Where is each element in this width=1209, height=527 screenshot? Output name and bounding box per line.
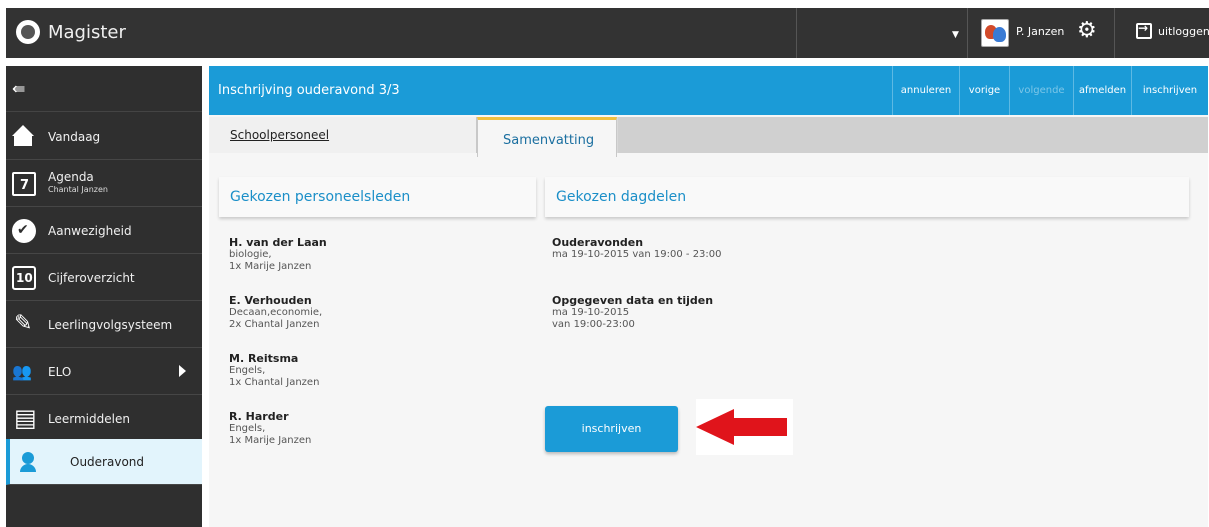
sidebar-item-label: ELO <box>48 365 72 379</box>
given-date: ma 19-10-2015 <box>552 307 630 318</box>
dayparts-heading: Gekozen dagdelen <box>556 189 687 205</box>
staff-child: 1x Marije Janzen <box>229 261 312 272</box>
tab-samenvatting[interactable]: Samenvatting <box>477 117 617 157</box>
staff-subject: biologie, <box>229 249 272 260</box>
evenings-value: ma 19-10-2015 van 19:00 - 23:00 <box>552 249 722 260</box>
register-header-button[interactable]: inschrijven <box>1131 66 1208 115</box>
tab-bar-filler <box>618 117 1208 153</box>
staff-name: M. Reitsma <box>229 352 299 365</box>
gear-icon[interactable]: ⚙ <box>1077 20 1097 42</box>
app-title: Magister <box>48 22 126 43</box>
collapse-menu-icon[interactable]: ⇚ <box>12 79 25 98</box>
magister-logo-icon <box>16 20 40 44</box>
sidebar-item-agenda[interactable]: Agenda Chantal Janzen <box>6 161 202 207</box>
tab-label[interactable]: Samenvatting <box>503 133 594 148</box>
sidebar-item-leermiddelen[interactable]: Leermiddelen <box>6 396 202 442</box>
staff-item: M. Reitsma Engels, 1x Chantal Janzen <box>229 353 319 389</box>
staff-item: E. Verhouden Decaan,economie, 2x Chantal… <box>229 295 322 331</box>
unsubscribe-button[interactable]: afmelden <box>1073 66 1131 115</box>
parent-icon <box>20 450 44 474</box>
home-icon <box>12 125 36 149</box>
top-divider <box>967 8 968 58</box>
sidebar-item-leerlingvolgsysteem[interactable]: Leerlingvolgsysteem <box>6 302 202 348</box>
user-name[interactable]: P. Janzen <box>1016 25 1064 38</box>
staff-name: E. Verhouden <box>229 294 312 307</box>
calendar-icon <box>12 172 36 196</box>
tab-schoolpersoneel[interactable]: Schoolpersoneel <box>209 117 477 153</box>
page-title: Inschrijving ouderavond 3/3 <box>218 83 400 98</box>
sidebar-item-label: Leerlingvolgsysteem <box>48 318 173 332</box>
staff-heading: Gekozen personeelsleden <box>230 189 411 205</box>
dayparts-heading-card: Gekozen dagdelen <box>545 177 1189 217</box>
sidebar-item-sublabel: Chantal Janzen <box>48 185 108 194</box>
staff-child: 2x Chantal Janzen <box>229 319 320 330</box>
grades-icon <box>12 266 36 290</box>
check-icon <box>12 219 36 243</box>
logout-icon[interactable] <box>1136 21 1152 39</box>
tab-bar: Schoolpersoneel Samenvatting <box>209 117 1208 157</box>
given-times-block: Opgegeven data en tijden ma 19-10-2015 v… <box>552 295 713 331</box>
main-panel: Inschrijving ouderavond 3/3 annuleren vo… <box>209 66 1208 527</box>
evenings-title: Ouderavonden <box>552 236 644 249</box>
previous-button[interactable]: vorige <box>959 66 1009 115</box>
sidebar-item-vandaag[interactable]: Vandaag <box>6 114 202 160</box>
user-avatar[interactable] <box>981 19 1009 47</box>
sidebar-collapse-button[interactable]: ⇚ <box>6 66 202 112</box>
sidebar-item-elo[interactable]: ELO <box>6 349 202 395</box>
next-button: volgende <box>1009 66 1073 115</box>
sidebar-item-label: Vandaag <box>48 130 101 144</box>
staff-subject: Engels, <box>229 365 266 376</box>
chevron-right-icon <box>179 365 186 377</box>
red-arrow-annotation <box>696 409 787 445</box>
sidebar-item-aanwezigheid[interactable]: Aanwezigheid <box>6 208 202 254</box>
register-button[interactable]: inschrijven <box>545 406 678 452</box>
staff-child: 1x Marije Janzen <box>229 435 312 446</box>
sidebar-item-label: Ouderavond <box>70 455 145 469</box>
caret-down-icon[interactable]: ▼ <box>952 30 959 40</box>
sidebar-item-label: Leermiddelen <box>48 412 130 426</box>
top-divider <box>1114 8 1115 58</box>
logout-link[interactable]: uitloggen <box>1158 25 1209 38</box>
pencil-icon <box>12 311 36 337</box>
page-header: Inschrijving ouderavond 3/3 annuleren vo… <box>209 66 1208 115</box>
staff-heading-card: Gekozen personeelsleden <box>219 177 536 217</box>
staff-name: H. van der Laan <box>229 236 327 249</box>
top-bar: Magister ▼ P. Janzen ⚙ uitloggen <box>6 8 1209 58</box>
books-icon <box>12 404 37 432</box>
sidebar-item-ouderavond[interactable]: Ouderavond <box>6 439 202 485</box>
sidebar-item-label: Cijferoverzicht <box>48 271 135 285</box>
sidebar-item-cijferoverzicht[interactable]: Cijferoverzicht <box>6 255 202 301</box>
group-icon <box>12 360 36 384</box>
given-times-title: Opgegeven data en tijden <box>552 294 714 307</box>
staff-child: 1x Chantal Janzen <box>229 377 320 388</box>
top-divider <box>796 8 797 58</box>
staff-item: H. van der Laan biologie, 1x Marije Janz… <box>229 237 327 273</box>
sidebar-item-label: Agenda <box>48 170 94 184</box>
given-time: van 19:00-23:00 <box>552 319 635 330</box>
sidebar-item-label: Aanwezigheid <box>48 224 132 238</box>
staff-subject: Engels, <box>229 423 266 434</box>
staff-item: R. Harder Engels, 1x Marije Janzen <box>229 411 311 447</box>
staff-name: R. Harder <box>229 410 289 423</box>
tab-label[interactable]: Schoolpersoneel <box>230 128 329 142</box>
cancel-button[interactable]: annuleren <box>892 66 959 115</box>
staff-subject: Decaan,economie, <box>229 307 323 318</box>
sidebar: ⇚ Vandaag Agenda Chantal Janzen Aanwezig… <box>6 66 202 527</box>
evenings-block: Ouderavonden ma 19-10-2015 van 19:00 - 2… <box>552 237 722 261</box>
